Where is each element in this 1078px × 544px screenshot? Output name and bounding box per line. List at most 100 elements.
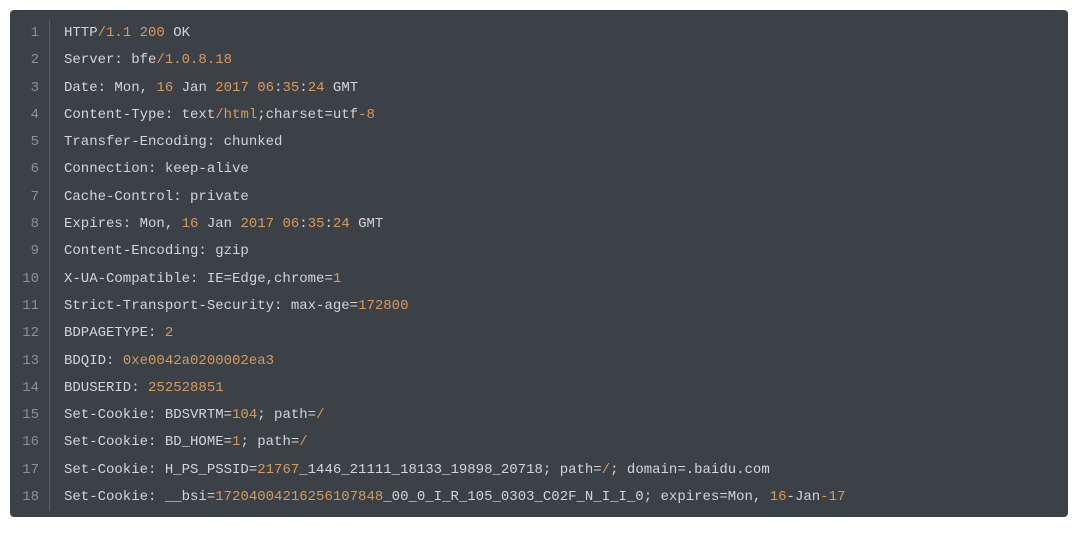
line-number: 15 — [10, 402, 50, 429]
code-token — [249, 80, 257, 96]
code-token: 06 — [257, 80, 274, 96]
code-token: 24 — [333, 216, 350, 232]
code-token: ;charset=utf — [257, 107, 358, 123]
code-token: BDQID: — [64, 353, 123, 369]
line-number: 10 — [10, 266, 50, 293]
code-line: 10X-UA-Compatible: IE=Edge,chrome=1 — [10, 266, 1068, 293]
code-content: Content-Type: text/html;charset=utf-8 — [50, 102, 375, 129]
code-token: 252528851 — [148, 380, 224, 396]
line-number: 16 — [10, 429, 50, 456]
code-token: 16 — [156, 80, 173, 96]
code-token — [131, 25, 139, 41]
code-token: OK — [165, 25, 190, 41]
code-line: 6 Connection: keep-alive — [10, 156, 1068, 183]
line-number: 1 — [10, 20, 50, 47]
code-token: ; domain=.baidu.com — [610, 462, 770, 478]
line-number: 8 — [10, 211, 50, 238]
code-token: 0xe0042a0200002ea3 — [123, 353, 274, 369]
code-block: 1HTTP/1.1 200 OK2Server: bfe/1.0.8.183Da… — [10, 10, 1068, 517]
code-line: 7 Cache-Control: private — [10, 184, 1068, 211]
code-line: 12BDPAGETYPE: 2 — [10, 320, 1068, 347]
code-token: Cache-Control: private — [64, 189, 249, 205]
code-token: : — [299, 216, 307, 232]
code-token: ; path= — [240, 434, 299, 450]
code-token: 16 — [182, 216, 199, 232]
code-content: Set-Cookie: BDSVRTM=104; path=/ — [50, 402, 324, 429]
code-content: HTTP/1.1 200 OK — [50, 20, 190, 47]
code-token: 2017 — [215, 80, 249, 96]
code-token: / — [299, 434, 307, 450]
line-number: 4 — [10, 102, 50, 129]
code-content: Cache-Control: private — [50, 184, 249, 211]
code-token: -17 — [820, 489, 845, 505]
line-number: 7 — [10, 184, 50, 211]
code-token: 21767 — [257, 462, 299, 478]
code-token: 1 — [333, 271, 341, 287]
code-line: 9 Content-Encoding: gzip — [10, 238, 1068, 265]
code-token: Set-Cookie: BD_HOME= — [64, 434, 232, 450]
code-token: Content-Type: text — [64, 107, 215, 123]
code-token: ; path= — [257, 407, 316, 423]
code-token: / — [316, 407, 324, 423]
code-line: 2Server: bfe/1.0.8.18 — [10, 47, 1068, 74]
code-token: /1.0.8.18 — [156, 52, 232, 68]
code-content: Transfer-Encoding: chunked — [50, 129, 282, 156]
line-number: 3 — [10, 75, 50, 102]
line-number: 9 — [10, 238, 50, 265]
code-token: X-UA-Compatible: IE=Edge,chrome= — [64, 271, 333, 287]
code-token: Connection: keep-alive — [64, 161, 249, 177]
code-line: 11 Strict-Transport-Security: max-age=172… — [10, 293, 1068, 320]
code-token: Transfer-Encoding: chunked — [64, 134, 282, 150]
code-token: Server: bfe — [64, 52, 156, 68]
code-line: 14BDUSERID: 252528851 — [10, 375, 1068, 402]
code-token: 17204004216256107848 — [215, 489, 383, 505]
code-content: Connection: keep-alive — [50, 156, 249, 183]
line-number: 5 — [10, 129, 50, 156]
code-token: 24 — [308, 80, 325, 96]
code-token: -8 — [358, 107, 375, 123]
code-content: BDQID: 0xe0042a0200002ea3 — [50, 348, 274, 375]
code-content: BDUSERID: 252528851 — [50, 375, 224, 402]
code-token: / — [602, 462, 610, 478]
code-content: Content-Encoding: gzip — [50, 238, 249, 265]
code-line: 4Content-Type: text/html;charset=utf-8 — [10, 102, 1068, 129]
code-token: 35 — [282, 80, 299, 96]
code-content: Set-Cookie: H_PS_PSSID=21767_1446_21111_… — [50, 457, 770, 484]
code-token: Expires: Mon, — [64, 216, 182, 232]
code-content: Set-Cookie: BD_HOME=1; path=/ — [50, 429, 308, 456]
code-token: Set-Cookie: H_PS_PSSID= — [64, 462, 257, 478]
code-token: 172800 — [358, 298, 408, 314]
code-token: Strict-Transport-Security: max-age= — [64, 298, 358, 314]
code-token: Content-Encoding: gzip — [64, 243, 249, 259]
line-number: 6 — [10, 156, 50, 183]
code-content: Server: bfe/1.0.8.18 — [50, 47, 232, 74]
code-token: 2 — [165, 325, 173, 341]
code-content: Set-Cookie: __bsi=17204004216256107848_0… — [50, 484, 845, 511]
code-token: -Jan — [787, 489, 821, 505]
code-line: 17Set-Cookie: H_PS_PSSID=21767_1446_2111… — [10, 457, 1068, 484]
code-token: Jan — [198, 216, 240, 232]
code-line: 13BDQID: 0xe0042a0200002ea3 — [10, 348, 1068, 375]
line-number: 11 — [10, 293, 50, 320]
code-token: 104 — [232, 407, 257, 423]
code-line: 18Set-Cookie: __bsi=17204004216256107848… — [10, 484, 1068, 511]
code-token: : — [325, 216, 333, 232]
code-token: _1446_21111_18133_19898_20718; path= — [299, 462, 601, 478]
line-number: 17 — [10, 457, 50, 484]
code-line: 5 Transfer-Encoding: chunked — [10, 129, 1068, 156]
code-content: X-UA-Compatible: IE=Edge,chrome=1 — [50, 266, 341, 293]
code-token: HTTP — [64, 25, 98, 41]
line-number: 18 — [10, 484, 50, 511]
code-token: 06 — [282, 216, 299, 232]
code-token: BDUSERID: — [64, 380, 148, 396]
code-content: Expires: Mon, 16 Jan 2017 06:35:24 GMT — [50, 211, 383, 238]
code-token: : — [299, 80, 307, 96]
code-content: BDPAGETYPE: 2 — [50, 320, 173, 347]
line-number: 14 — [10, 375, 50, 402]
line-number: 13 — [10, 348, 50, 375]
code-line: 15Set-Cookie: BDSVRTM=104; path=/ — [10, 402, 1068, 429]
code-token: /1.1 — [98, 25, 132, 41]
code-line: 3Date: Mon, 16 Jan 2017 06:35:24 GMT — [10, 75, 1068, 102]
code-token: 16 — [770, 489, 787, 505]
code-token: 200 — [140, 25, 165, 41]
